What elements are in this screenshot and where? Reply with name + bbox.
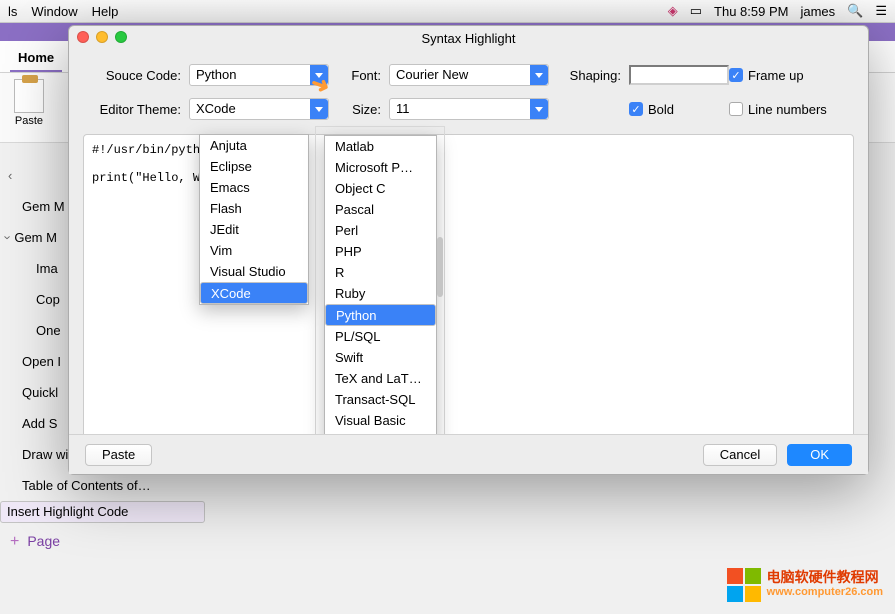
source-code-dropdown-frame: MatlabMicrosoft P…Object CPascalPerlPHPR… (315, 126, 445, 451)
menu-list-icon[interactable]: ☰ (875, 3, 887, 19)
menu-item[interactable]: Window (31, 4, 77, 19)
clock: Thu 8:59 PM (714, 4, 788, 19)
airplay-icon[interactable]: ▭ (690, 3, 702, 19)
dialog-title: Syntax Highlight (422, 31, 516, 46)
zoom-icon[interactable] (115, 31, 127, 43)
size-select[interactable]: 11 (389, 98, 549, 120)
label-editor-theme: Editor Theme: (89, 102, 189, 117)
language-option[interactable]: Swift (325, 347, 436, 368)
theme-option[interactable]: Flash (200, 198, 308, 219)
theme-option[interactable]: XCode (200, 282, 308, 304)
clipboard-paste-icon[interactable] (14, 79, 44, 113)
windows-logo-icon (727, 568, 761, 602)
theme-option[interactable]: Anjuta (200, 135, 308, 156)
chevron-down-icon (530, 65, 548, 85)
cancel-button[interactable]: Cancel (703, 444, 777, 466)
chevron-down-icon (310, 65, 328, 85)
checkbox-icon (729, 68, 743, 82)
language-option[interactable]: TeX and LaT… (325, 368, 436, 389)
language-option[interactable]: R (325, 262, 436, 283)
language-option[interactable]: Perl (325, 220, 436, 241)
language-option[interactable]: PL/SQL (325, 326, 436, 347)
close-icon[interactable] (77, 31, 89, 43)
font-select[interactable]: Courier New (389, 64, 549, 86)
chevron-down-icon (530, 99, 548, 119)
language-option[interactable]: Python (325, 304, 436, 326)
checkbox-icon (629, 102, 643, 116)
paste-label: Paste (15, 115, 43, 127)
dialog-button-row: Paste Cancel OK (69, 434, 868, 474)
label-size: Size: (329, 102, 389, 117)
language-option[interactable]: PHP (325, 241, 436, 262)
editor-theme-select[interactable]: XCode (189, 98, 329, 120)
language-option[interactable]: Visual Basic (325, 410, 436, 431)
syntax-highlight-dialog: Syntax Highlight Souce Code: Python Font… (68, 25, 869, 475)
minimize-icon[interactable] (96, 31, 108, 43)
chevron-down-icon (310, 99, 328, 119)
menu-item[interactable]: Help (92, 4, 119, 19)
language-option[interactable]: Ruby (325, 283, 436, 304)
editor-theme-dropdown[interactable]: AnjutaEclipseEmacsFlashJEditVimVisual St… (199, 134, 309, 305)
paste-button[interactable]: Paste (85, 444, 152, 466)
theme-option[interactable]: Emacs (200, 177, 308, 198)
dialog-titlebar: Syntax Highlight (69, 26, 868, 50)
bold-checkbox[interactable]: Bold (629, 102, 729, 117)
language-option[interactable]: Object C (325, 178, 436, 199)
sidebar-item-selected[interactable]: Insert Highlight Code (0, 501, 205, 523)
line-numbers-checkbox[interactable]: Line numbers (729, 102, 869, 117)
source-code-select[interactable]: Python (189, 64, 329, 86)
menu-item[interactable]: ls (8, 4, 17, 19)
shaping-input[interactable] (629, 65, 729, 85)
scrollbar-thumb[interactable] (437, 237, 443, 297)
watermark: 电脑软硬件教程网www.computer26.com (727, 568, 883, 602)
gem-status-icon[interactable]: ◈ (668, 3, 678, 19)
checkbox-icon (729, 102, 743, 116)
theme-option[interactable]: Eclipse (200, 156, 308, 177)
label-shaping: Shaping: (549, 68, 629, 83)
frame-up-checkbox[interactable]: Frame up (729, 68, 869, 83)
system-menubar: ls Window Help ◈ ▭ Thu 8:59 PM james 🔍 ☰ (0, 0, 895, 23)
language-option[interactable]: Matlab (325, 136, 436, 157)
language-option[interactable]: Pascal (325, 199, 436, 220)
theme-option[interactable]: Visual Studio (200, 261, 308, 282)
theme-option[interactable]: Vim (200, 240, 308, 261)
label-font: Font: (329, 68, 389, 83)
language-option[interactable]: Microsoft P… (325, 157, 436, 178)
add-page-button[interactable]: Page (0, 523, 205, 561)
spotlight-icon[interactable]: 🔍 (847, 3, 863, 19)
user-name[interactable]: james (800, 4, 835, 19)
label-source-code: Souce Code: (89, 68, 189, 83)
theme-option[interactable]: JEdit (200, 219, 308, 240)
language-option[interactable]: Transact-SQL (325, 389, 436, 410)
ok-button[interactable]: OK (787, 444, 852, 466)
tab-home[interactable]: Home (10, 44, 62, 72)
source-code-dropdown[interactable]: MatlabMicrosoft P…Object CPascalPerlPHPR… (324, 135, 437, 444)
